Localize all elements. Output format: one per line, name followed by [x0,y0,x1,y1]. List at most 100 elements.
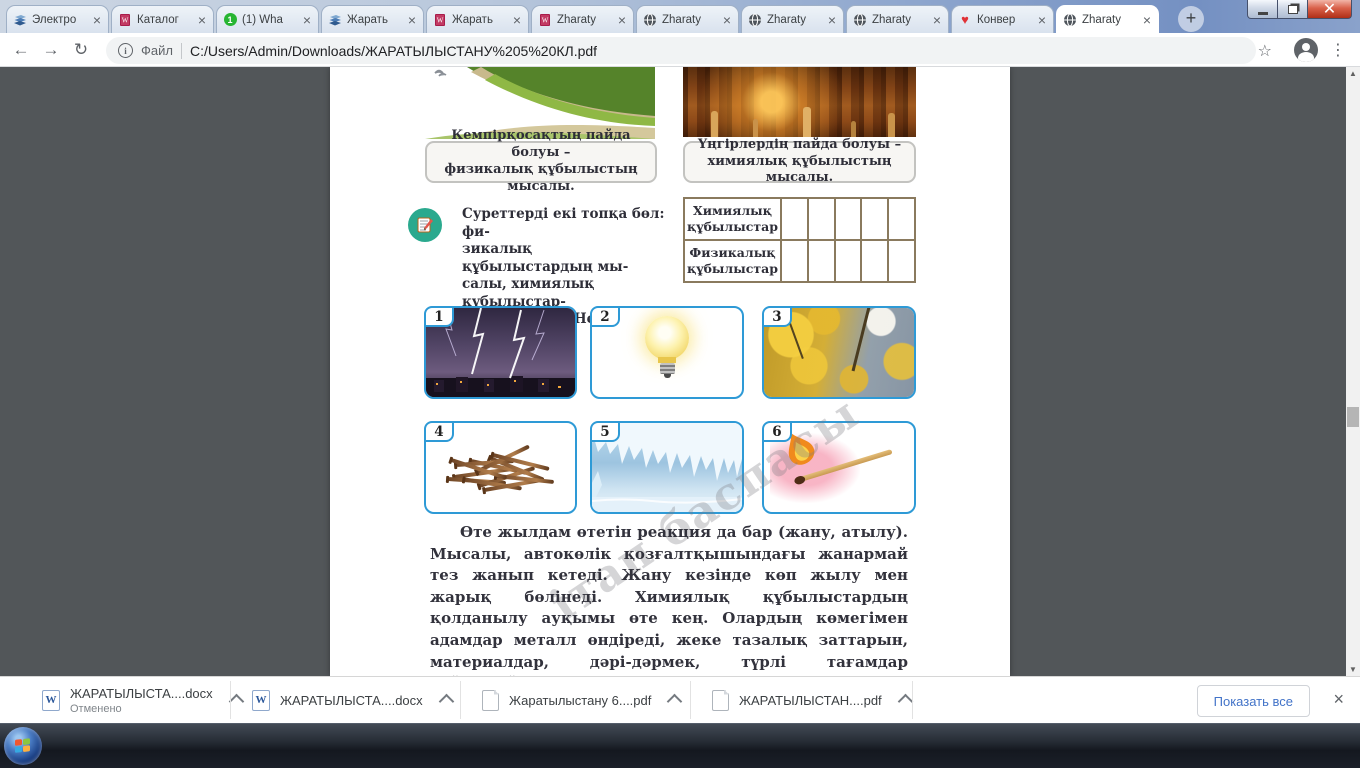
divider [230,681,231,719]
tab-zharaty-4[interactable]: Zharaty × [846,5,949,33]
minimize-button[interactable] [1247,0,1278,19]
whatsapp-unread-icon: 1 [223,13,237,27]
table-empty-cell [888,198,915,240]
browser-menu-icon[interactable]: ⋮ [1330,40,1346,60]
tab-close-icon[interactable]: × [1037,13,1047,27]
download-item-2[interactable]: W ЖАРАТЫЛЫСТА....docx [252,677,454,723]
globe-icon [853,13,867,27]
bookmark-star-icon[interactable]: ☆ [1258,41,1272,61]
vertical-scrollbar[interactable]: ▲ ▼ [1346,67,1360,676]
books-stack-icon [328,13,342,27]
chevron-up-icon[interactable] [667,693,683,710]
tab-zharat-2[interactable]: W Жарать × [426,5,529,33]
tab-zharat-1[interactable]: Жарать × [321,5,424,33]
table-row2-label: Физикалық құбылыстар [684,240,781,282]
back-icon[interactable]: ← [6,40,36,60]
forward-icon[interactable]: → [36,40,66,60]
new-tab-button[interactable]: + [1178,6,1204,32]
heart-icon: ♥ [961,12,969,27]
tab-title: (1) Wha [242,13,283,26]
tab-zharaty-1[interactable]: W Zharaty × [531,5,634,33]
chevron-up-icon[interactable] [897,693,913,710]
tab-whatsapp[interactable]: 1 (1) Wha × [216,5,319,33]
tab-close-icon[interactable]: × [92,13,102,27]
notepad-pencil-icon [408,208,442,242]
download-filename: Жаратылыстану 6....pdf [509,692,652,708]
tab-close-icon[interactable]: × [197,13,207,27]
download-filename: ЖАРАТЫЛЫСТА....docx [280,692,423,708]
svg-text:W: W [542,16,549,24]
tab-close-icon[interactable]: × [827,13,837,27]
download-item-1[interactable]: W ЖАРАТЫЛЫСТА....docx Отменено [42,677,244,723]
address-bar[interactable]: i Файл C:/Users/Admin/Downloads/ЖАРАТЫЛЫ… [106,37,1256,64]
globe-icon [748,13,762,27]
tab-zharaty-3[interactable]: Zharaty × [741,5,844,33]
download-item-4[interactable]: ЖАРАТЫЛЫСТАН....pdf [712,677,913,723]
reload-icon[interactable]: ↻ [66,40,96,60]
download-item-3[interactable]: Жаратылыстану 6....pdf [482,677,683,723]
chevron-up-icon[interactable] [438,693,454,710]
window-controls: ✕ [1247,0,1352,19]
tab-zharaty-2[interactable]: Zharaty × [636,5,739,33]
pdf-file-icon [712,689,730,711]
tab-close-icon[interactable]: × [302,13,312,27]
scroll-up-icon[interactable]: ▲ [1346,67,1360,80]
tab-title: Zharaty [662,13,701,26]
windows-flag-icon [15,738,31,754]
tab-close-icon[interactable]: × [1142,13,1152,27]
page-info-icon[interactable]: i [118,43,133,58]
divider [180,42,182,59]
restore-button[interactable] [1278,0,1308,19]
close-window-button[interactable]: ✕ [1308,0,1352,19]
tab-konver[interactable]: ♥ Конвер × [951,5,1054,33]
tab-close-icon[interactable]: × [932,13,942,27]
table-empty-cell [861,240,889,282]
download-filename: ЖАРАТЫЛЫСТА....docx [70,685,213,701]
table-empty-cell [807,198,835,240]
tab-title: Zharaty [557,13,596,26]
tab-electro[interactable]: Электро × [6,5,109,33]
word-file-icon: W [42,689,60,711]
classification-table: Химиялық құбылыстар Физикалық құбылыстар [683,197,916,283]
profile-avatar[interactable] [1294,38,1318,62]
download-filename: ЖАРАТЫЛЫСТАН....pdf [739,692,882,708]
svg-text:W: W [122,16,129,24]
show-all-downloads-button[interactable]: Показать все [1196,685,1310,717]
tab-close-icon[interactable]: × [407,13,417,27]
figure-card-1: 1 [424,306,577,399]
cave-photo [683,67,916,137]
url-text[interactable]: C:/Users/Admin/Downloads/ЖАРАТЫЛЫСТАНУ%2… [190,43,597,59]
table-row1-label: Химиялық құбылыстар [684,198,781,240]
tab-title: Каталог [137,13,179,26]
table-empty-cell [861,198,889,240]
figure-card-4: 4 [424,421,577,514]
table-empty-cell [781,240,808,282]
start-button[interactable] [4,727,42,765]
scroll-down-icon[interactable]: ▼ [1346,663,1360,676]
globe-icon [643,13,657,27]
tab-zharaty-active[interactable]: Zharaty × [1056,5,1159,33]
tab-katalog[interactable]: W Каталог × [111,5,214,33]
divider [690,681,691,719]
tab-close-icon[interactable]: × [617,13,627,27]
figure-number-badge: 2 [590,306,620,327]
divider [912,681,913,719]
pdf-viewer-area: Кемпірқосақтың пайда болуы – физикалық қ… [0,67,1360,676]
tab-close-icon[interactable]: × [722,13,732,27]
books-stack-icon [13,13,27,27]
close-downloads-bar-icon[interactable]: × [1333,689,1344,710]
body-text: Өте жылдам өтетін реакция да бар (жану, … [430,522,908,676]
tab-close-icon[interactable]: × [512,13,522,27]
scrollbar-thumb[interactable] [1347,407,1359,427]
table-empty-cell [781,198,808,240]
tab-title: Жарать [452,13,493,26]
crimson-book-icon: W [433,13,447,27]
figure-number-badge: 4 [424,421,454,442]
crimson-book-icon: W [118,13,132,27]
caption-right: Үңгірлердің пайда болуы – химиялық құбыл… [683,137,916,185]
browser-tab-strip: Электро × W Каталог × 1 (1) Wha × Жарать… [0,0,1360,33]
browser-toolbar: ← → ↻ i Файл C:/Users/Admin/Downloads/ЖА… [0,33,1360,67]
figure-number-badge: 1 [424,306,454,327]
svg-text:W: W [437,16,444,24]
figure-number-badge: 5 [590,421,620,442]
